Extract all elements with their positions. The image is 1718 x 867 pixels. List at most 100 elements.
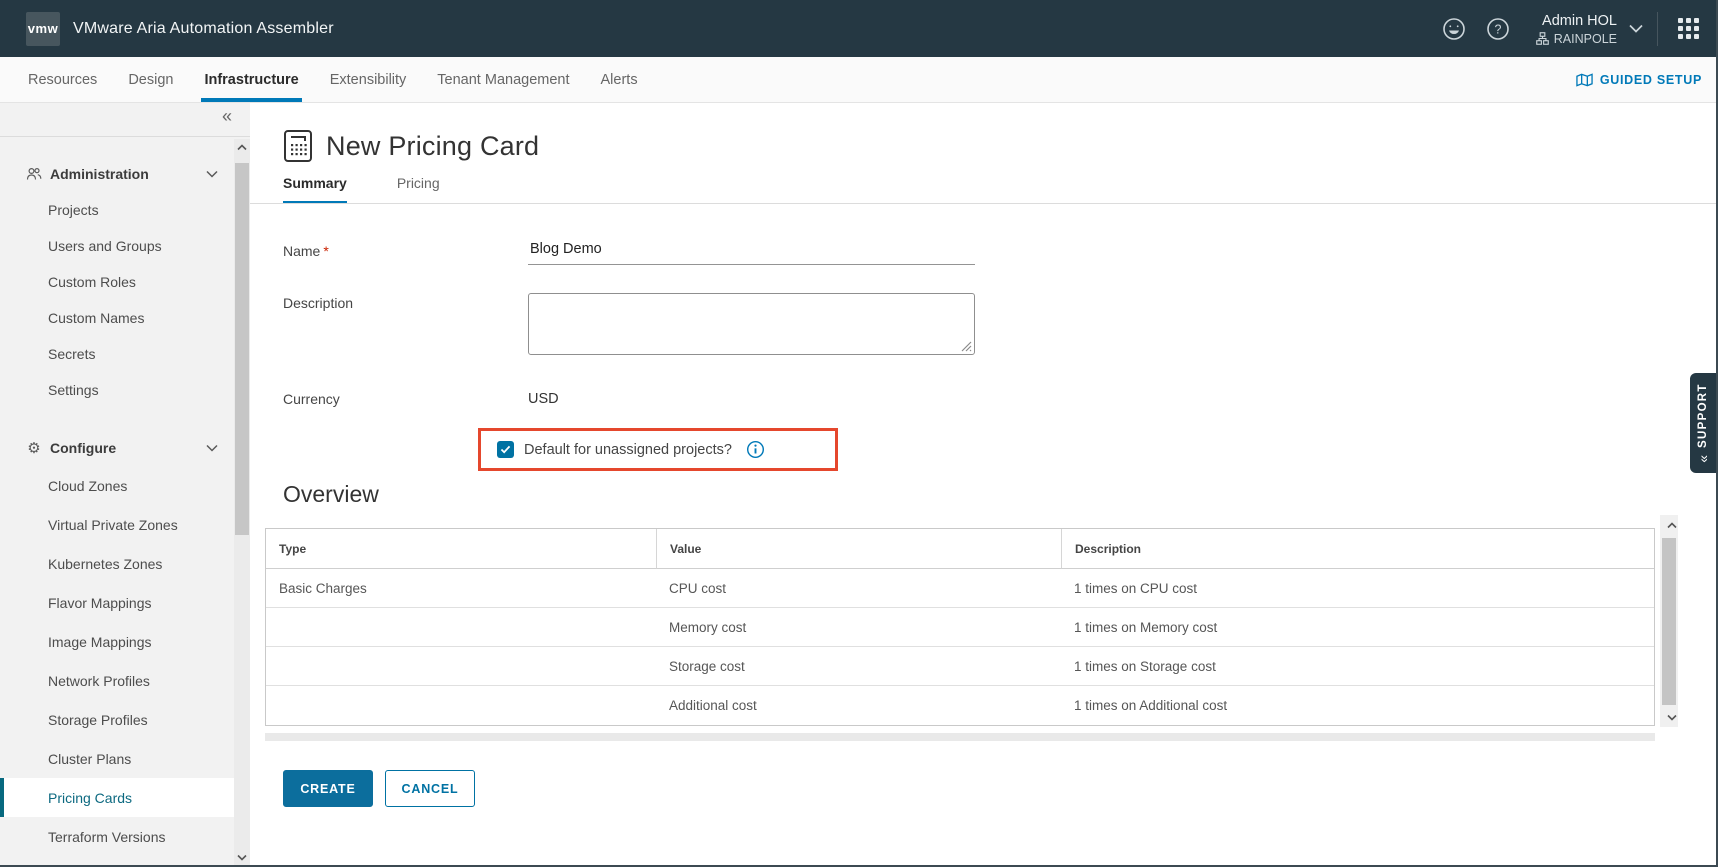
table-row: Storage cost1 times on Storage cost: [266, 647, 1654, 686]
app-title: VMware Aria Automation Assembler: [73, 20, 334, 38]
sidebar-menu: Administration ProjectsUsers and GroupsC…: [0, 137, 234, 867]
chevron-down-icon: [206, 170, 218, 178]
sidebar-item-custom-roles[interactable]: Custom Roles: [0, 264, 234, 300]
user-name: Admin HOL: [1536, 11, 1617, 31]
feedback-button[interactable]: [1432, 0, 1476, 57]
users-icon: [26, 166, 42, 182]
table-scroll-thumb[interactable]: [1662, 538, 1676, 705]
user-menu[interactable]: Admin HOL RAINPOLE: [1536, 11, 1657, 47]
table-scroll-up-button[interactable]: [1664, 517, 1680, 533]
support-tab[interactable]: « SUPPORT: [1690, 373, 1716, 473]
main-content: New Pricing Card SummaryPricing Name* Bl…: [250, 103, 1718, 867]
cancel-button[interactable]: CANCEL: [385, 770, 475, 807]
sidebar-item-settings[interactable]: Settings: [0, 372, 234, 408]
table-cell: 1 times on CPU cost: [1061, 569, 1654, 608]
info-icon[interactable]: [746, 440, 765, 459]
expand-chevrons-icon: «: [1695, 455, 1711, 463]
sidebar-item-image-mappings[interactable]: Image Mappings: [0, 622, 234, 661]
annotation-highlight-box: Default for unassigned projects?: [478, 428, 838, 471]
page-tabs: Summary Pricing: [283, 175, 440, 204]
support-tab-label: SUPPORT: [1697, 383, 1709, 448]
sidebar-collapse-button[interactable]: «: [222, 103, 232, 129]
table-row: Basic ChargesCPU cost1 times on CPU cost: [266, 569, 1654, 608]
app-header: vmw VMware Aria Automation Assembler ?: [0, 0, 1718, 57]
calculator-icon: [283, 129, 313, 163]
sidebar-item-secrets[interactable]: Secrets: [0, 336, 234, 372]
required-marker: *: [323, 243, 328, 259]
waffle-icon: [1678, 18, 1699, 39]
name-label: Name*: [283, 243, 329, 259]
table-row: Memory cost1 times on Memory cost: [266, 608, 1654, 647]
nav-tab-resources[interactable]: Resources: [28, 57, 97, 102]
table-scroll-down-button[interactable]: [1664, 709, 1680, 725]
column-header-value: Value: [656, 529, 1061, 569]
tenant-name: RAINPOLE: [1554, 31, 1617, 47]
chevron-down-icon: [206, 444, 218, 452]
guided-setup-label: GUIDED SETUP: [1600, 73, 1702, 87]
column-header-description: Description: [1061, 529, 1654, 569]
create-button[interactable]: CREATE: [283, 770, 373, 807]
table-cell: CPU cost: [656, 569, 1061, 608]
table-cell: 1 times on Storage cost: [1061, 647, 1654, 686]
app-switcher-button[interactable]: [1658, 0, 1718, 57]
sidebar-scroll-down-button[interactable]: [234, 849, 250, 865]
sidebar-scroll-thumb[interactable]: [235, 163, 249, 535]
overview-table: TypeValueDescription Basic ChargesCPU co…: [265, 528, 1655, 726]
table-cell: [266, 686, 656, 725]
guided-setup-link[interactable]: GUIDED SETUP: [1576, 73, 1702, 87]
sidebar-section-configure[interactable]: ⚙ Configure: [0, 430, 234, 466]
tabs-divider: [250, 203, 1718, 204]
sidebar-scrollbar[interactable]: [234, 139, 250, 867]
resize-handle-icon[interactable]: [961, 341, 972, 352]
default-for-unassigned-checkbox[interactable]: [497, 441, 514, 458]
currency-label: Currency: [283, 391, 340, 407]
table-body: Basic ChargesCPU cost1 times on CPU cost…: [266, 569, 1654, 725]
help-icon: ?: [1486, 17, 1510, 41]
table-horizontal-scrollbar[interactable]: [265, 733, 1655, 741]
sidebar-item-cluster-plans[interactable]: Cluster Plans: [0, 739, 234, 778]
nav-tab-infrastructure[interactable]: Infrastructure: [204, 57, 298, 102]
map-icon: [1576, 73, 1593, 87]
help-button[interactable]: ?: [1476, 0, 1520, 57]
sidebar-item-kubernetes-zones[interactable]: Kubernetes Zones: [0, 544, 234, 583]
nav-tab-design[interactable]: Design: [128, 57, 173, 102]
sidebar-item-projects[interactable]: Projects: [0, 192, 234, 228]
column-header-type: Type: [266, 529, 656, 569]
sidebar-item-network-profiles[interactable]: Network Profiles: [0, 661, 234, 700]
sidebar-item-storage-profiles[interactable]: Storage Profiles: [0, 700, 234, 739]
vmware-logo: vmw: [26, 12, 60, 46]
name-field[interactable]: Blog Demo: [528, 233, 975, 265]
primary-nav-items: Resources Design Infrastructure Extensibili…: [28, 57, 638, 102]
sidebar-item-terraform-versions[interactable]: Terraform Versions: [0, 817, 234, 856]
currency-value: USD: [528, 391, 559, 407]
sidebar-section-label: Administration: [50, 166, 149, 182]
default-checkbox-label: Default for unassigned projects?: [524, 442, 732, 458]
sidebar-item-flavor-mappings[interactable]: Flavor Mappings: [0, 583, 234, 622]
sidebar-item-custom-names[interactable]: Custom Names: [0, 300, 234, 336]
sidebar-item-users-and-groups[interactable]: Users and Groups: [0, 228, 234, 264]
organization-icon: [1536, 32, 1549, 45]
sidebar-section-label: Configure: [50, 440, 116, 456]
sidebar-item-pricing-cards[interactable]: Pricing Cards: [0, 778, 234, 817]
description-field[interactable]: [528, 293, 975, 355]
table-row: Additional cost1 times on Additional cos…: [266, 686, 1654, 725]
table-cell: Basic Charges: [266, 569, 656, 608]
sidebar-section-administration[interactable]: Administration: [0, 156, 234, 192]
table-scrollbar[interactable]: [1660, 515, 1678, 727]
nav-tab-tenant-management[interactable]: Tenant Management: [437, 57, 569, 102]
table-cell: Additional cost: [656, 686, 1061, 725]
chevron-down-icon: [1629, 24, 1643, 33]
primary-nav: Resources Design Infrastructure Extensibili…: [0, 57, 1718, 103]
nav-tab-extensibility[interactable]: Extensibility: [330, 57, 407, 102]
nav-tab-alerts[interactable]: Alerts: [601, 57, 638, 102]
sidebar-scroll-up-button[interactable]: [234, 139, 250, 155]
sidebar: « Administration ProjectsUsers and Group…: [0, 103, 250, 867]
sidebar-item-virtual-private-zones[interactable]: Virtual Private Zones: [0, 505, 234, 544]
table-cell: Memory cost: [656, 608, 1061, 647]
svg-text:?: ?: [1494, 22, 1501, 36]
gear-icon: ⚙: [26, 440, 42, 456]
tab-summary[interactable]: Summary: [283, 175, 347, 204]
tab-pricing[interactable]: Pricing: [397, 175, 440, 204]
sidebar-item-cloud-zones[interactable]: Cloud Zones: [0, 466, 234, 505]
table-cell: 1 times on Memory cost: [1061, 608, 1654, 647]
